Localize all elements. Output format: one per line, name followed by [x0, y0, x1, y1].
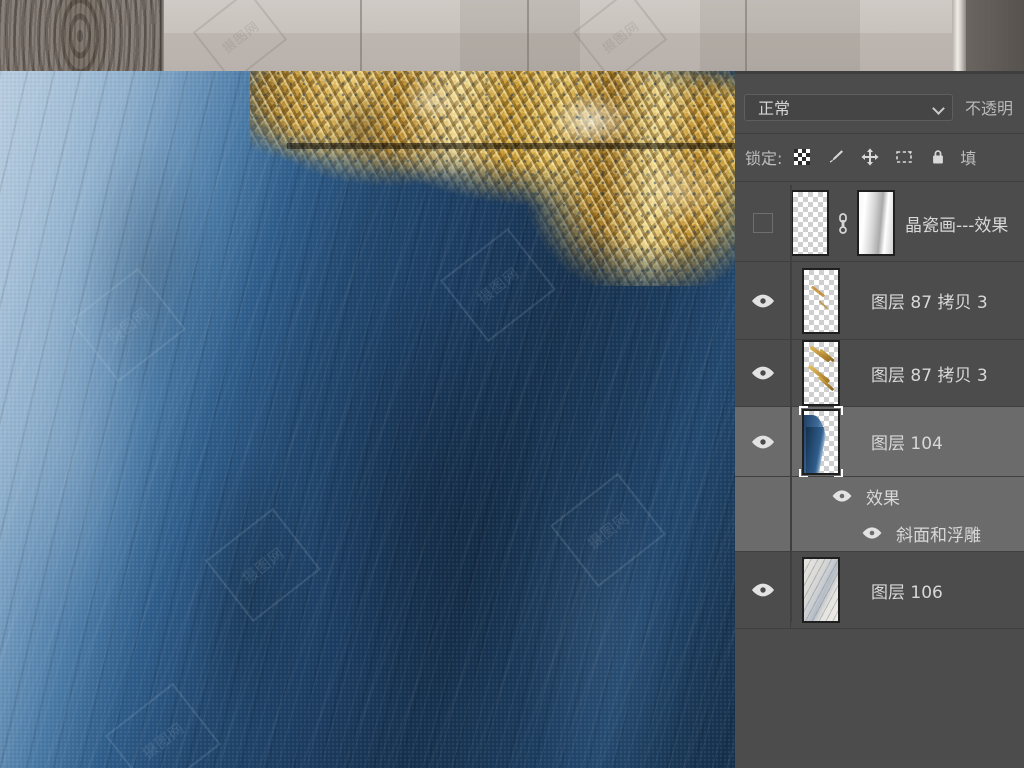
blend-mode-value: 正常	[758, 99, 791, 118]
table-row[interactable]: 图层 106	[735, 552, 1024, 629]
tile-seam-1	[360, 0, 362, 71]
layer-mask-thumbnail[interactable]	[857, 190, 895, 256]
blend-mode-select[interactable]: 正常	[744, 93, 953, 121]
layer-effect-row[interactable]: 斜面和浮雕	[735, 515, 1024, 552]
opacity-label: 不透明	[965, 99, 1014, 118]
effects-group-body[interactable]: 效果	[831, 484, 900, 509]
wall-shade-b	[700, 0, 860, 71]
chevron-down-icon	[933, 102, 944, 113]
layer-thumbnail[interactable]	[802, 408, 840, 475]
top-photo-strip: 摄图网 摄图网	[0, 0, 1024, 71]
thumbnail-cell[interactable]	[791, 190, 895, 256]
panel-top-divider	[735, 71, 1024, 74]
effect-body[interactable]: 斜面和浮雕	[861, 521, 981, 546]
effects-group-label: 效果	[866, 488, 900, 509]
blend-mode-row: 正常 不透明	[735, 86, 1024, 128]
effect-visibility-cell[interactable]	[735, 515, 791, 551]
visibility-cell[interactable]	[735, 407, 791, 476]
visibility-cell[interactable]	[735, 262, 791, 339]
layer-effects-group-row[interactable]: 效果	[735, 477, 1024, 515]
divider-under-blend	[735, 133, 1024, 134]
eye-icon[interactable]	[750, 582, 776, 598]
layer-name: 图层 87 拷贝 3	[871, 293, 988, 313]
tile-seam-3	[745, 0, 747, 71]
layer-name: 图层 104	[871, 434, 943, 454]
layers-panel: 正常 不透明 锁定: 填 晶瓷画---效果 图层 87 拷贝 3 图层 87 拷…	[735, 71, 1024, 768]
lock-image-pixels-icon[interactable]	[826, 147, 846, 167]
visibility-cell[interactable]	[735, 552, 791, 628]
table-row[interactable]: 晶瓷画---效果	[735, 185, 1024, 262]
layer-thumbnail[interactable]	[802, 340, 840, 406]
layers-column-divider	[791, 185, 792, 622]
mask-link-icon[interactable]	[834, 210, 852, 236]
dark-recess	[966, 0, 1024, 71]
thumbnail-cell[interactable]	[791, 405, 851, 478]
photoshop-window: 摄图网 摄图网 摄图网 摄图网 摄图网 摄图网 摄图网 正常 不透明 锁定: 填…	[0, 0, 1024, 768]
document-canvas[interactable]: 摄图网 摄图网 摄图网 摄图网 摄图网	[0, 71, 735, 768]
layer-thumbnail[interactable]	[791, 190, 829, 256]
thumbnail-cell[interactable]	[791, 557, 851, 623]
layer-name: 晶瓷画---效果	[905, 215, 1009, 236]
effects-group-visibility-cell[interactable]	[735, 477, 791, 515]
lock-all-icon[interactable]	[928, 147, 948, 167]
table-row[interactable]: 图层 87 拷贝 3	[735, 340, 1024, 407]
effect-label: 斜面和浮雕	[896, 525, 981, 546]
table-row[interactable]: 图层 87 拷贝 3	[735, 262, 1024, 340]
layer-name: 图层 87 拷贝 3	[871, 365, 988, 386]
eye-icon[interactable]	[750, 293, 776, 309]
wood-surface	[0, 0, 160, 71]
eye-icon[interactable]	[831, 489, 853, 503]
lock-transparent-pixels-icon[interactable]	[792, 147, 812, 167]
wall-corner	[952, 0, 966, 71]
layer-thumbnail[interactable]	[802, 557, 840, 623]
table-row[interactable]: 图层 104	[735, 405, 1024, 478]
lock-label: 锁定:	[745, 149, 783, 168]
thumbnail-cell[interactable]	[791, 267, 851, 334]
lock-icon-group	[792, 147, 948, 167]
fill-label: 填	[960, 149, 977, 168]
lock-artboard-nesting-icon[interactable]	[894, 147, 914, 167]
visibility-cell[interactable]	[735, 185, 791, 261]
lock-row: 锁定: 填	[735, 137, 1024, 177]
lock-position-icon[interactable]	[860, 147, 880, 167]
canvas-halftone-overlay	[0, 71, 735, 768]
tile-seam-2	[527, 0, 529, 71]
divider-under-lock	[735, 181, 1024, 182]
visibility-cell[interactable]	[735, 340, 791, 406]
wall-shade-a	[460, 0, 580, 71]
visibility-off-icon[interactable]	[752, 213, 773, 233]
eye-icon[interactable]	[750, 434, 776, 450]
panel-empty-area	[735, 648, 1024, 768]
eye-icon[interactable]	[750, 365, 776, 381]
eye-icon[interactable]	[861, 526, 883, 540]
layer-thumbnail[interactable]	[802, 267, 840, 334]
layer-name: 图层 106	[871, 582, 943, 603]
thumbnail-cell[interactable]	[791, 340, 851, 406]
